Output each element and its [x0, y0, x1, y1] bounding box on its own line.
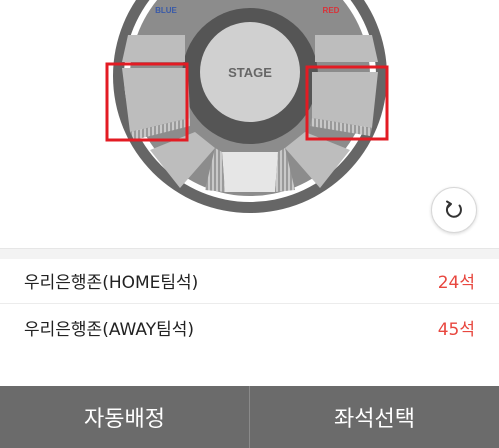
select-seat-button[interactable]: 좌석선택: [250, 386, 499, 448]
section-right-upper[interactable]: [315, 35, 378, 62]
section-left-upper[interactable]: [122, 35, 185, 62]
seat-map-svg: STAGE BLUE RED: [105, 0, 389, 213]
stage-label: STAGE: [228, 65, 272, 80]
zone-seat-count: 24석: [437, 272, 475, 293]
zone-name: 우리은행존(HOME팀석): [24, 272, 199, 293]
blue-label: BLUE: [155, 6, 177, 15]
zone-seat-count: 45석: [437, 320, 475, 340]
refresh-button[interactable]: [431, 187, 477, 233]
refresh-icon: [445, 200, 462, 218]
zone-row-away[interactable]: 우리은행존(AWAY팀석) 45석: [0, 304, 499, 351]
zone-name: 우리은행존(AWAY팀석): [24, 320, 195, 340]
seat-map: STAGE BLUE RED: [0, 0, 499, 248]
red-label: RED: [323, 6, 340, 15]
section-red-zone[interactable]: [312, 72, 378, 128]
section-lower-center[interactable]: [222, 152, 278, 192]
bottom-action-bar: 자동배정 좌석선택: [0, 386, 499, 448]
auto-assign-button[interactable]: 자동배정: [0, 386, 250, 448]
zone-row-home[interactable]: 우리은행존(HOME팀석) 24석: [0, 257, 499, 304]
